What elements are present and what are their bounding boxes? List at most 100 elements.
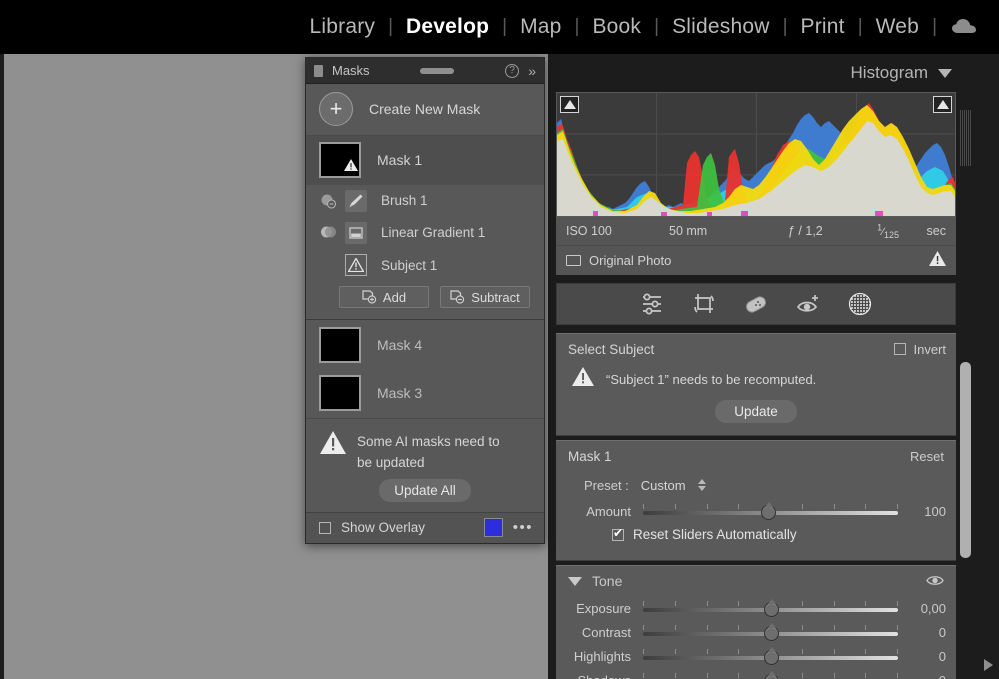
shadows-label: Shadows [568, 673, 643, 679]
highlights-value[interactable]: 0 [898, 649, 946, 664]
panel-drag-handle[interactable] [370, 67, 506, 74]
crop-icon[interactable] [691, 291, 717, 317]
mask-thumbnail[interactable] [319, 326, 361, 363]
tool-strip [556, 283, 956, 325]
update-all-wrap: Update All [320, 478, 530, 502]
help-icon[interactable]: ? [505, 63, 520, 78]
recompute-warning-row: “Subject 1” needs to be recomputed. [556, 364, 956, 394]
reset-sliders-checkbox[interactable] [612, 526, 624, 541]
shadows-slider[interactable] [643, 671, 898, 679]
module-list: Library | Develop | Map | Book | Slidesh… [297, 15, 980, 39]
submask-item-subject-1[interactable]: Subject 1 [306, 249, 544, 281]
exposure-slider[interactable] [643, 599, 898, 617]
histogram-svg [557, 93, 955, 216]
subtract-mode-icon[interactable] [320, 192, 338, 210]
ai-warning-content: Some AI masks need to be updated [320, 430, 530, 473]
contrast-value[interactable]: 0 [898, 625, 946, 640]
mask-list-item-3[interactable]: Mask 3 [306, 369, 544, 418]
nav-item-library[interactable]: Library [297, 15, 389, 39]
submask-item-brush-1[interactable]: Brush 1 [306, 185, 544, 217]
exif-shutter-speed[interactable]: 1⁄125 sec [867, 222, 946, 240]
cloud-icon[interactable] [951, 18, 979, 36]
show-overlay-checkbox[interactable] [319, 521, 331, 534]
tone-section: Tone Exposure 0,00 Contrast 0 Highlights… [556, 565, 956, 679]
edit-sliders-icon[interactable] [639, 291, 665, 317]
histogram-graph[interactable] [556, 92, 956, 217]
contrast-slider[interactable] [643, 623, 898, 641]
exif-focal-length[interactable]: 50 mm [645, 224, 748, 238]
scrollbar-hatch [960, 110, 971, 166]
show-overlay-row: Show Overlay ••• [306, 511, 544, 543]
exif-iso[interactable]: ISO 100 [566, 224, 645, 238]
masking-icon[interactable] [847, 291, 873, 317]
triangle-up-icon [936, 100, 949, 109]
exif-aperture[interactable]: ƒ / 1,2 [748, 224, 867, 238]
eye-icon[interactable] [926, 574, 944, 588]
subtract-button[interactable]: Subtract [440, 286, 530, 309]
reset-button[interactable]: Reset [910, 449, 944, 464]
preset-dropdown-value[interactable]: Custom [641, 478, 686, 493]
panel-toggle-icon[interactable] [314, 64, 323, 77]
masks-panel-body: + Create New Mask Mask 1 Brush 1 Linear … [306, 84, 544, 543]
update-all-button[interactable]: Update All [379, 478, 471, 502]
nav-item-web[interactable]: Web [863, 15, 932, 39]
slider-thumb[interactable] [763, 671, 779, 679]
linear-gradient-icon[interactable] [345, 221, 367, 244]
add-button[interactable]: Add [339, 286, 429, 309]
mask-name-4: Mask 4 [377, 336, 423, 353]
highlight-clipping-button[interactable] [933, 96, 952, 113]
nav-item-develop[interactable]: Develop [393, 15, 502, 39]
amount-value[interactable]: 100 [898, 504, 946, 519]
invert-checkbox[interactable] [894, 343, 907, 355]
submask-item-linear-gradient-1[interactable]: Linear Gradient 1 [306, 217, 544, 249]
slider-thumb[interactable] [763, 599, 779, 617]
add-subtract-row: Add Subtract [306, 281, 544, 317]
amount-slider[interactable] [643, 502, 898, 520]
nav-item-slideshow[interactable]: Slideshow [659, 15, 783, 39]
slider-thumb[interactable] [763, 647, 779, 665]
mask-list-item-1[interactable]: Mask 1 [306, 135, 544, 185]
reset-sliders-label: Reset Sliders Automatically [633, 527, 797, 542]
nav-item-map[interactable]: Map [507, 15, 574, 39]
reset-sliders-row[interactable]: Reset Sliders Automatically [556, 523, 956, 552]
highlights-slider[interactable] [643, 647, 898, 665]
overlay-color-swatch[interactable] [483, 518, 503, 538]
preset-row: Preset : Custom [556, 471, 956, 499]
tone-header[interactable]: Tone [556, 566, 956, 596]
mask-thumbnail[interactable] [319, 375, 361, 412]
update-button[interactable]: Update [715, 400, 797, 423]
right-panel-scrollbar[interactable] [960, 110, 971, 679]
contrast-slider-row: Contrast 0 [556, 620, 956, 644]
brush-icon[interactable] [345, 189, 367, 212]
exposure-value[interactable]: 0,00 [898, 601, 946, 616]
warning-icon[interactable] [345, 254, 367, 277]
masks-panel-titlebar[interactable]: Masks ? » [306, 58, 544, 84]
original-photo-row[interactable]: Original Photo [556, 245, 956, 275]
mask-name-3: Mask 3 [377, 385, 423, 402]
mask-thumbnail[interactable] [319, 142, 361, 179]
nav-item-book[interactable]: Book [579, 15, 654, 39]
plus-icon[interactable]: + [319, 92, 353, 127]
shadows-value[interactable]: 0 [898, 673, 946, 679]
add-mode-icon[interactable] [320, 224, 338, 242]
warning-icon[interactable] [929, 250, 946, 271]
more-options-icon[interactable]: ••• [513, 520, 533, 535]
preset-spinner-icon[interactable] [697, 479, 706, 491]
shadow-clipping-button[interactable] [560, 96, 579, 113]
shadows-slider-row: Shadows 0 [556, 668, 956, 679]
nav-item-print[interactable]: Print [788, 15, 858, 39]
mask-list-item-4[interactable]: Mask 4 [306, 320, 544, 369]
healing-brush-icon[interactable] [743, 291, 769, 317]
chevron-down-icon[interactable] [938, 68, 952, 78]
triangle-down-icon[interactable] [568, 576, 582, 586]
collapse-panel-icon[interactable]: » [528, 64, 536, 78]
histogram-header[interactable]: Histogram [552, 54, 964, 92]
scrollbar-thumb[interactable] [960, 362, 971, 558]
invert-toggle[interactable]: Invert [894, 342, 946, 357]
highlights-label: Highlights [573, 648, 631, 664]
slider-thumb[interactable] [760, 502, 776, 520]
slider-thumb[interactable] [763, 623, 779, 641]
triangle-right-icon[interactable] [984, 659, 993, 671]
create-new-mask-button[interactable]: + Create New Mask [306, 84, 544, 136]
red-eye-icon[interactable] [795, 291, 821, 317]
